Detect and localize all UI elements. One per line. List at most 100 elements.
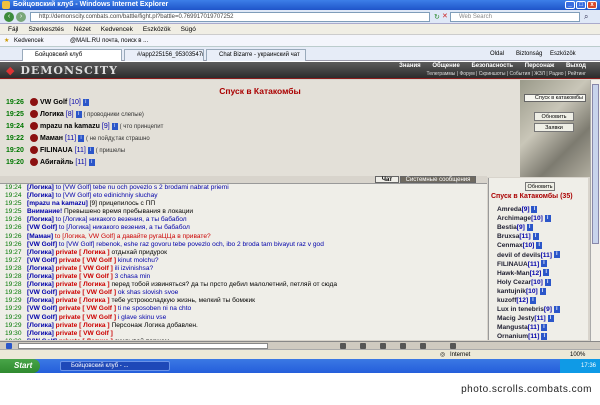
chat-author[interactable]: [VW Golf] — [27, 224, 57, 231]
player-row[interactable]: 19:26 VW Golf [10] i — [6, 98, 89, 108]
minimize-button[interactable]: _ — [565, 1, 575, 9]
chat-author[interactable]: [Логика] — [27, 192, 54, 199]
tools-menu[interactable]: Eszközök — [550, 47, 576, 61]
refresh-icon[interactable]: ↻ — [434, 13, 440, 21]
chat-author[interactable]: [Логика] — [27, 322, 54, 329]
chat-author[interactable]: [Маман] — [27, 233, 53, 240]
nav-character[interactable]: Персонаж — [525, 63, 555, 69]
tab-chat[interactable]: Чат — [375, 176, 399, 183]
favorite-link-mailru[interactable]: @MAIL.RU почта, поиск в ... — [70, 35, 148, 47]
start-button[interactable]: Start — [0, 359, 40, 373]
address-bar: ‹ › http://demonscity.combats.com/battle… — [0, 10, 600, 24]
chat-author[interactable]: [Логика] — [27, 281, 54, 288]
chat-author[interactable]: [VW Golf] — [27, 241, 57, 248]
chat-line: 19:29 [Логика] private [ Логика ] тебе ус… — [5, 297, 256, 305]
user-list-item[interactable]: Lux in tenebris[9] i — [497, 305, 560, 314]
player-row[interactable]: 19:22 Маман [11] i ( не пойду,так страшно — [6, 134, 150, 144]
chat-line: 19:29 [Логика] private [ Логика ] Персона… — [5, 321, 198, 329]
player-row[interactable]: 19:20 Абигайль [11] i — [6, 158, 95, 168]
nav-chat[interactable]: Общение — [432, 63, 459, 69]
search-icon[interactable]: ⌕ — [584, 12, 588, 22]
nav-knowledge[interactable]: Знания — [399, 63, 421, 69]
user-list-item[interactable]: Macig Jesty[11] i — [497, 314, 554, 323]
chat-author[interactable]: [Логика] — [27, 249, 54, 256]
tab-system-messages[interactable]: Системные сообщения — [400, 176, 476, 183]
user-list-item[interactable]: kantujnik[10] i — [497, 287, 546, 296]
nav-exit[interactable]: Выход — [566, 63, 586, 69]
chat-author[interactable]: [Логика] — [27, 297, 54, 304]
user-list-item[interactable]: kuzoff[12] i — [497, 296, 536, 305]
requests-button[interactable]: Заявки — [534, 123, 574, 132]
page-scrollbar[interactable] — [590, 80, 600, 342]
menu-tools[interactable]: Eszközök — [143, 24, 171, 35]
player-row[interactable]: 19:20 FILINAUA [11] i ( пришелы — [6, 146, 125, 156]
user-list-item[interactable]: Bestia[9] i — [497, 223, 533, 232]
room-label: Спуск в катакомбы — [524, 94, 586, 102]
scroll-thumb[interactable] — [592, 84, 599, 244]
safety-menu[interactable]: Biztonság — [516, 47, 542, 61]
tab-app[interactable]: #/app225156_95303547ref=1 — [124, 49, 204, 61]
chat-tabs: Чат Системные сообщения — [0, 176, 487, 183]
user-list-item[interactable]: Hawk-Man[12] i — [497, 269, 550, 278]
player-row[interactable]: 19:25 Логика [8] i ( проводники слепые) — [6, 110, 144, 120]
chat-line: 19:28 [Логика] private [ Логика ] перед т… — [5, 281, 337, 289]
users-refresh-button[interactable]: Обновить — [525, 182, 555, 191]
taskbar-item[interactable]: Бойцовский клуб - ... — [60, 361, 170, 371]
sub-nav[interactable]: Телеграммы | Форум | Скриншоты | События… — [426, 71, 586, 77]
ie-icon — [2, 1, 10, 9]
info-icon: i — [541, 324, 547, 332]
player-row[interactable]: 19:24 mpazu na kamazu [9] i ( что принцеп… — [6, 122, 163, 132]
user-list-item[interactable]: FILINAUA[11] i — [497, 260, 547, 269]
user-list-item[interactable]: Holy Cezar[10] i — [497, 278, 551, 287]
chat-author[interactable]: [Логика] — [27, 273, 54, 280]
chat-author[interactable]: [VW Golf] — [27, 289, 57, 296]
chat-author[interactable]: [VW Golf] — [27, 314, 57, 321]
menu-file[interactable]: Fájl — [8, 24, 18, 35]
chat-author[interactable]: Внимание! — [27, 208, 62, 215]
chat-line: 19:24 [Логика] to [VW Golf] eto edinichni… — [5, 192, 158, 200]
refresh-button[interactable]: Обновить — [534, 112, 574, 121]
chat-author[interactable]: [Логика] — [27, 216, 54, 223]
info-icon: i — [541, 333, 548, 340]
taskbar: Start Бойцовский клуб - ... 17:36 — [0, 359, 600, 373]
user-list-item[interactable]: Bruxsa[11] i — [497, 232, 539, 241]
nav-security[interactable]: Безопасность — [471, 63, 513, 69]
forward-button[interactable]: › — [16, 12, 26, 22]
user-list-item[interactable]: Cenmax[10] i — [497, 241, 543, 250]
menu-edit[interactable]: Szerkesztés — [28, 24, 63, 35]
url-field[interactable]: http://demonscity.combats.com/battle/fig… — [30, 12, 430, 22]
status-bar: ◎ Internet 100% — [0, 349, 600, 359]
maximize-button[interactable]: □ — [576, 1, 586, 9]
chat-author[interactable]: [Логика] — [27, 330, 54, 337]
stop-icon[interactable]: ✕ — [442, 12, 448, 20]
chat-author[interactable]: [mpazu na kamazu] — [27, 200, 88, 207]
back-button[interactable]: ‹ — [4, 12, 14, 22]
tab-fightclub[interactable]: Бойцовский клуб — [22, 49, 122, 61]
skull-icon — [30, 134, 38, 143]
skull-icon — [30, 122, 38, 131]
tab-chat-bizarre[interactable]: Chat Bizarre - украинский чат — [206, 49, 306, 61]
user-list-item[interactable]: devil of devils[11] i — [497, 251, 560, 260]
search-input[interactable]: Web Search — [450, 12, 580, 22]
user-list-item[interactable]: Mangusta[11] i — [497, 323, 547, 332]
location-title: Спуск в Катакомбы — [219, 86, 301, 96]
chat-author[interactable]: [Логика] — [27, 184, 54, 191]
user-list-item[interactable]: Ornanium[11] i — [497, 332, 548, 340]
chat-author[interactable]: [Логика] — [27, 265, 54, 272]
chat-author[interactable]: [VW Golf] — [27, 338, 57, 340]
menu-help[interactable]: Súgó — [181, 24, 196, 35]
chat-line: 19:28 [Логика] private [ VW Golf ] ili iz… — [5, 264, 154, 272]
page-menu[interactable]: Oldal — [490, 47, 504, 61]
chat-author[interactable]: [VW Golf] — [27, 305, 57, 312]
menu-favorites[interactable]: Kedvencek — [101, 24, 133, 35]
skull-icon — [30, 146, 38, 155]
chat-line: 19:30[VW Golf] private [ Логика ] скидыв… — [0, 338, 487, 340]
menu-view[interactable]: Nézet — [74, 24, 91, 35]
favorites-button[interactable]: Kedvencek — [14, 35, 44, 47]
info-icon: i — [532, 233, 539, 241]
user-list-item[interactable]: Amreda[9] i — [497, 205, 538, 214]
close-button[interactable]: x — [587, 1, 597, 9]
chat-author[interactable]: [VW Golf] — [27, 257, 57, 264]
user-list-item[interactable]: Archimage[10] i — [497, 214, 551, 223]
chat-line: 19:26 [VW Golf] to [Логика] никакого везе… — [5, 224, 190, 232]
